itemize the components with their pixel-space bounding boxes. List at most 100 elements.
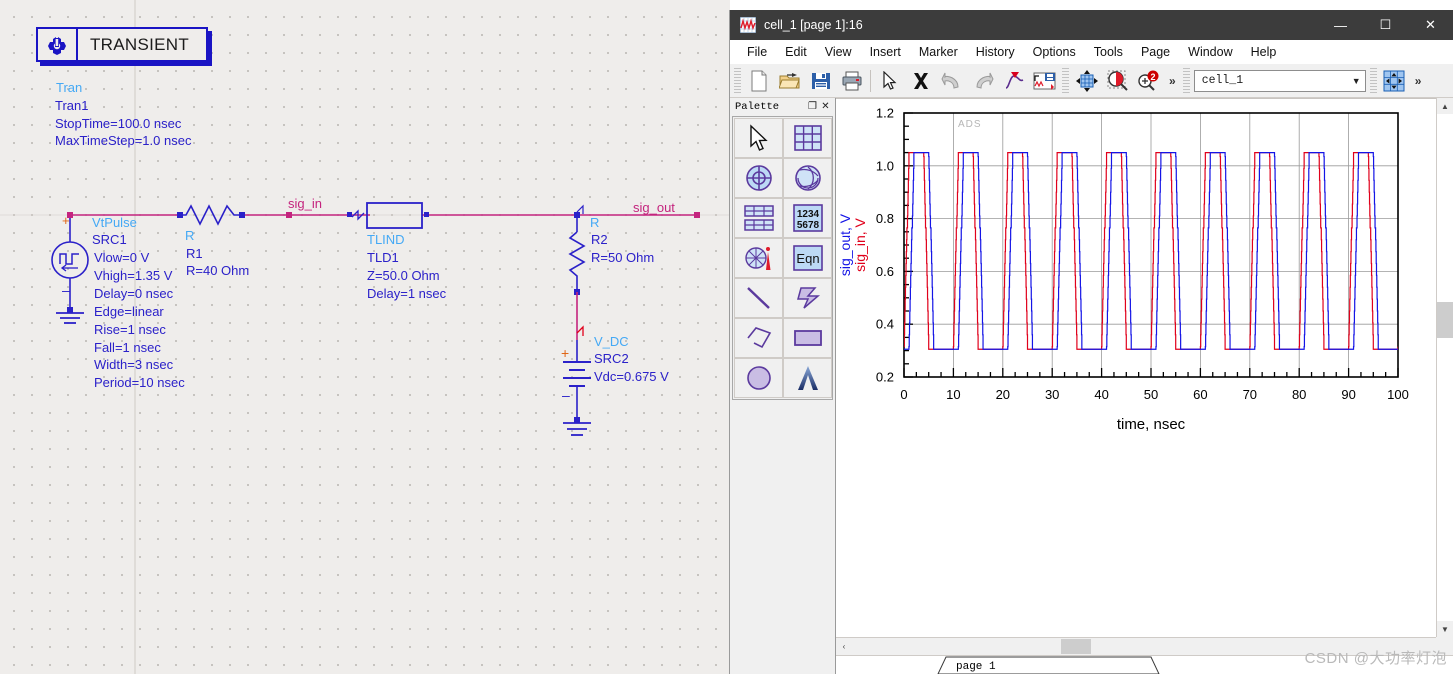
move-icon[interactable] bbox=[1071, 66, 1102, 96]
transient-instance-label: Tran1 bbox=[55, 98, 89, 113]
select-arrow-icon[interactable] bbox=[874, 66, 905, 96]
zoom-area-icon[interactable] bbox=[1102, 66, 1133, 96]
window-title: cell_1 [page 1]:16 bbox=[764, 18, 863, 32]
menu-item-marker[interactable]: Marker bbox=[910, 42, 967, 62]
vscroll-thumb[interactable] bbox=[1436, 302, 1453, 338]
palette-close-icon[interactable]: ✕ bbox=[819, 101, 832, 113]
palette-rect-plot-icon[interactable] bbox=[783, 118, 832, 158]
cell-selector-combo[interactable]: cell_1 ▼ bbox=[1193, 69, 1366, 92]
minimize-icon[interactable]: — bbox=[1318, 10, 1363, 40]
vtpulse-param-vlow: Vlow=0 V bbox=[94, 250, 150, 265]
save-dataset-icon[interactable] bbox=[1029, 66, 1060, 96]
page-tab-label[interactable]: page 1 bbox=[944, 660, 1008, 674]
undo-icon[interactable] bbox=[936, 66, 967, 96]
palette-polar-plot-icon[interactable] bbox=[734, 158, 783, 198]
ads-data-display-window[interactable]: cell_1 [page 1]:16 — ☐ ✕ File Edit View … bbox=[729, 10, 1453, 674]
scroll-up-icon[interactable]: ▲ bbox=[1437, 98, 1453, 114]
palette-equation-icon[interactable]: Eqn bbox=[783, 238, 832, 278]
menu-item-page[interactable]: Page bbox=[1132, 42, 1179, 62]
vscroll-track[interactable] bbox=[1436, 114, 1453, 621]
palette-text-tool-icon[interactable] bbox=[783, 358, 832, 398]
palette-circle-icon[interactable] bbox=[734, 358, 783, 398]
menu-item-history[interactable]: History bbox=[967, 42, 1024, 62]
menu-item-tools[interactable]: Tools bbox=[1085, 42, 1132, 62]
r1-type-label: R bbox=[185, 228, 195, 243]
palette-polyline-icon[interactable] bbox=[734, 318, 783, 358]
vertical-scrollbar[interactable]: ▲ ▼ bbox=[1436, 98, 1453, 637]
toolbar-overflow-button-2[interactable]: » bbox=[1410, 74, 1427, 88]
new-document-icon[interactable] bbox=[743, 66, 774, 96]
canvas-wrapper: ADS 0.2 0.4 0.6 0.8 1.0 1.2 0 10 20 30 40 50 60 70 80 9… bbox=[836, 98, 1453, 674]
menu-item-file[interactable]: File bbox=[738, 42, 776, 62]
menu-item-window[interactable]: Window bbox=[1179, 42, 1241, 62]
svg-text:0.2: 0.2 bbox=[876, 370, 894, 385]
toolbar-grip-2[interactable] bbox=[1062, 67, 1069, 94]
svg-text:sig_out, V: sig_out, V bbox=[837, 213, 853, 276]
curve-marker-icon[interactable] bbox=[998, 66, 1029, 96]
svg-text:+: + bbox=[561, 345, 569, 361]
palette-line-tool-icon[interactable] bbox=[734, 278, 783, 318]
vdc-value-label: Vdc=0.675 V bbox=[594, 369, 669, 384]
toolbar-grip[interactable] bbox=[734, 67, 741, 94]
svg-text:40: 40 bbox=[1094, 387, 1108, 402]
window-controls[interactable]: — ☐ ✕ bbox=[1318, 10, 1453, 40]
plot-canvas[interactable]: ADS 0.2 0.4 0.6 0.8 1.0 1.2 0 10 20 30 40 50 60 70 80 9… bbox=[836, 98, 1436, 637]
palette-panel[interactable]: Palette ❐ ✕ 1234 5678 Eqn bbox=[730, 98, 836, 674]
menu-item-view[interactable]: View bbox=[816, 42, 861, 62]
svg-text:Eqn: Eqn bbox=[796, 251, 819, 266]
r1-value-label: R=40 Ohm bbox=[186, 263, 250, 278]
svg-text:10: 10 bbox=[946, 387, 960, 402]
svg-text:90: 90 bbox=[1341, 387, 1355, 402]
transient-analysis-block[interactable]: TRANSIENT bbox=[36, 27, 208, 62]
scroll-down-icon[interactable]: ▼ bbox=[1437, 621, 1453, 637]
palette-antenna-plot-icon[interactable] bbox=[734, 238, 783, 278]
palette-data-table-icon[interactable]: 1234 5678 bbox=[783, 198, 832, 238]
menu-item-help[interactable]: Help bbox=[1242, 42, 1286, 62]
svg-text:0.4: 0.4 bbox=[876, 317, 894, 332]
maximize-icon[interactable]: ☐ bbox=[1363, 10, 1408, 40]
palette-pointer-icon[interactable] bbox=[734, 118, 783, 158]
chevron-down-icon[interactable]: ▼ bbox=[1348, 71, 1365, 91]
redo-icon[interactable] bbox=[967, 66, 998, 96]
delete-x-icon[interactable] bbox=[905, 66, 936, 96]
transient-waveform-plot[interactable]: 0.2 0.4 0.6 0.8 1.0 1.2 0 10 20 30 40 50 60 70 80 90 100… bbox=[836, 99, 1426, 619]
zoom-in-2-icon[interactable]: 2 bbox=[1133, 66, 1164, 96]
menubar[interactable]: File Edit View Insert Marker History Opt… bbox=[730, 40, 1453, 64]
palette-undock-icon[interactable]: ❐ bbox=[806, 101, 819, 113]
work-area: Palette ❐ ✕ 1234 5678 Eqn ADS 0.2 0.4 0.… bbox=[730, 98, 1453, 674]
svg-text:0.8: 0.8 bbox=[876, 211, 894, 226]
palette-smith-chart-icon[interactable] bbox=[783, 158, 832, 198]
menu-item-options[interactable]: Options bbox=[1024, 42, 1085, 62]
tlind-type-label: TLIND bbox=[367, 232, 405, 247]
toolbar-grip-3[interactable] bbox=[1182, 67, 1190, 94]
toolbar-grip-4[interactable] bbox=[1369, 67, 1377, 94]
pan-grid-icon[interactable] bbox=[1379, 66, 1410, 96]
print-icon[interactable] bbox=[836, 66, 867, 96]
menu-item-edit[interactable]: Edit bbox=[776, 42, 816, 62]
menu-item-insert[interactable]: Insert bbox=[861, 42, 910, 62]
svg-text:1.0: 1.0 bbox=[876, 158, 894, 173]
toolbar-overflow-button[interactable]: » bbox=[1164, 74, 1181, 88]
vtpulse-param-period: Period=10 nsec bbox=[94, 375, 185, 390]
scroll-left-icon[interactable]: ‹ bbox=[836, 642, 852, 651]
close-icon[interactable]: ✕ bbox=[1408, 10, 1453, 40]
palette-header[interactable]: Palette ❐ ✕ bbox=[730, 98, 835, 115]
svg-text:1234: 1234 bbox=[796, 209, 819, 220]
window-titlebar[interactable]: cell_1 [page 1]:16 — ☐ ✕ bbox=[730, 10, 1453, 40]
svg-text:2: 2 bbox=[1150, 72, 1155, 82]
open-folder-icon[interactable] bbox=[774, 66, 805, 96]
main-toolbar[interactable]: 2 » cell_1 ▼ » bbox=[730, 64, 1453, 98]
svg-text:+: + bbox=[62, 213, 70, 228]
svg-text:30: 30 bbox=[1045, 387, 1059, 402]
svg-text:70: 70 bbox=[1243, 387, 1257, 402]
schematic-canvas[interactable]: + – + – TRANSIENT Tran Tran1 StopTime=10… bbox=[0, 0, 730, 674]
palette-arrow-shape-icon[interactable] bbox=[783, 278, 832, 318]
r1-instance-label: R1 bbox=[186, 246, 203, 261]
vtpulse-type-label: VtPulse bbox=[92, 215, 137, 230]
palette-list-table-icon[interactable] bbox=[734, 198, 783, 238]
save-disk-icon[interactable] bbox=[805, 66, 836, 96]
palette-rectangle-icon[interactable] bbox=[783, 318, 832, 358]
cell-selector-value: cell_1 bbox=[1201, 74, 1244, 87]
palette-tool-grid[interactable]: 1234 5678 Eqn bbox=[732, 116, 833, 400]
hscroll-thumb[interactable] bbox=[1061, 639, 1091, 654]
